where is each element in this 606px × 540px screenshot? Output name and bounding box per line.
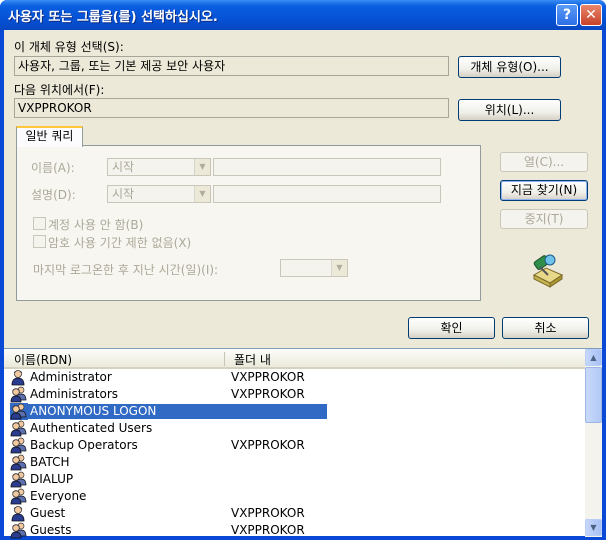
column-header-name[interactable]: 이름(RDN) (14, 351, 72, 368)
group-icon (10, 420, 28, 437)
results-header: 이름(RDN) 폴더 내 (4, 349, 585, 369)
close-button[interactable]: ✕ (580, 4, 602, 26)
table-row[interactable]: ANONYMOUS LOGON (4, 403, 585, 420)
row-name: Authenticated Users (30, 421, 153, 435)
table-row[interactable]: DIALUP (4, 471, 585, 488)
name-mode-select[interactable]: 시작 ▼ (107, 158, 211, 176)
select-users-dialog: 사용자 또는 그룹을(를) 선택하십시오. ? ✕ 이 개체 유형 선택(S):… (0, 0, 606, 540)
object-type-label: 이 개체 유형 선택(S): (14, 40, 124, 54)
scroll-up-button[interactable]: ▲ (585, 349, 602, 366)
table-row[interactable]: Backup Operators VXPPROKOR (4, 437, 585, 454)
group-icon (10, 437, 28, 454)
search-results-list: 이름(RDN) 폴더 내 Administrator VXPPROKOR Admin… (4, 348, 602, 539)
column-header-folder[interactable]: 폴더 내 (234, 351, 271, 368)
window-title: 사용자 또는 그룹을(를) 선택하십시오. (8, 10, 218, 25)
user-icon (10, 369, 28, 386)
scroll-thumb[interactable] (585, 367, 602, 423)
object-types-button[interactable]: 개체 유형(O)... (458, 56, 561, 78)
vertical-scrollbar[interactable]: ▲ ▼ (585, 349, 602, 537)
row-folder: VXPPROKOR (231, 506, 305, 520)
days-since-logon-select[interactable]: ▼ (280, 259, 348, 277)
table-row[interactable]: Administrator VXPPROKOR (4, 369, 585, 386)
description-label: 설명(D): (31, 188, 76, 202)
row-name: Administrator (30, 370, 112, 384)
table-row[interactable]: Everyone (4, 488, 585, 505)
row-name: Guests (30, 523, 72, 537)
table-row[interactable]: Authenticated Users (4, 420, 585, 437)
table-row[interactable]: Guests VXPPROKOR (4, 522, 585, 539)
description-text-field[interactable] (213, 185, 441, 203)
group-icon (10, 471, 28, 488)
object-type-field: 사용자, 그룹, 또는 기본 제공 보안 사용자 (14, 56, 449, 76)
row-name: DIALUP (30, 472, 74, 486)
row-name: BATCH (30, 455, 70, 469)
locations-button[interactable]: 위치(L)... (458, 99, 561, 121)
find-now-button[interactable]: 지금 찾기(N) (500, 180, 588, 201)
group-icon (10, 454, 28, 471)
name-mode-value: 시작 (112, 160, 135, 174)
table-row[interactable]: Administrators VXPPROKOR (4, 386, 585, 403)
chevron-down-icon: ▼ (194, 186, 210, 202)
description-mode-select[interactable]: 시작 ▼ (107, 185, 211, 203)
row-folder: VXPPROKOR (231, 387, 305, 401)
description-mode-value: 시작 (112, 187, 135, 201)
title-bar[interactable]: 사용자 또는 그룹을(를) 선택하십시오. ? ✕ (0, 0, 606, 30)
scroll-down-button[interactable]: ▼ (585, 519, 602, 536)
common-queries-panel: 이름(A): 시작 ▼ 설명(D): 시작 ▼ 계정 사용 안 함(B) 암호 … (16, 145, 481, 301)
non-expiring-password-label: 암호 사용 기간 제한 없음(X) (48, 236, 192, 250)
row-name: ANONYMOUS LOGON (28, 404, 327, 419)
search-flashlight-icon (532, 254, 564, 288)
columns-button[interactable]: 열(C)... (500, 152, 588, 172)
row-folder: VXPPROKOR (231, 438, 305, 452)
row-name: Guest (30, 506, 66, 520)
row-name: Everyone (30, 489, 87, 503)
row-folder: VXPPROKOR (231, 523, 305, 537)
row-folder: VXPPROKOR (231, 370, 305, 384)
name-text-field[interactable] (213, 158, 441, 176)
name-label: 이름(A): (31, 161, 75, 175)
tab-common-queries[interactable]: 일반 쿼리 (16, 126, 83, 147)
table-row[interactable]: Guest VXPPROKOR (4, 505, 585, 522)
group-icon (10, 488, 28, 505)
group-icon (10, 386, 28, 403)
location-label: 다음 위치에서(F): (14, 83, 105, 97)
disabled-accounts-checkbox[interactable] (33, 217, 46, 230)
disabled-accounts-label: 계정 사용 안 함(B) (48, 218, 144, 232)
location-field: VXPPROKOR (14, 98, 449, 118)
table-row[interactable]: BATCH (4, 454, 585, 471)
chevron-down-icon: ▼ (331, 260, 347, 276)
ok-button[interactable]: 확인 (408, 317, 495, 339)
cancel-button[interactable]: 취소 (502, 317, 589, 339)
dialog-body: 이 개체 유형 선택(S): 사용자, 그룹, 또는 기본 제공 보안 사용자 … (4, 30, 602, 539)
row-name: Backup Operators (30, 438, 138, 452)
row-name: Administrators (30, 387, 119, 401)
non-expiring-password-checkbox[interactable] (33, 235, 46, 248)
help-button[interactable]: ? (556, 4, 578, 26)
column-divider[interactable] (224, 352, 225, 366)
stop-button[interactable]: 중지(T) (500, 209, 588, 229)
group-icon (10, 403, 28, 420)
chevron-down-icon: ▼ (194, 159, 210, 175)
group-icon (10, 522, 28, 539)
user-icon (10, 505, 28, 522)
days-since-logon-label: 마지막 로그온한 후 지난 시간(일)(I): (33, 263, 219, 277)
